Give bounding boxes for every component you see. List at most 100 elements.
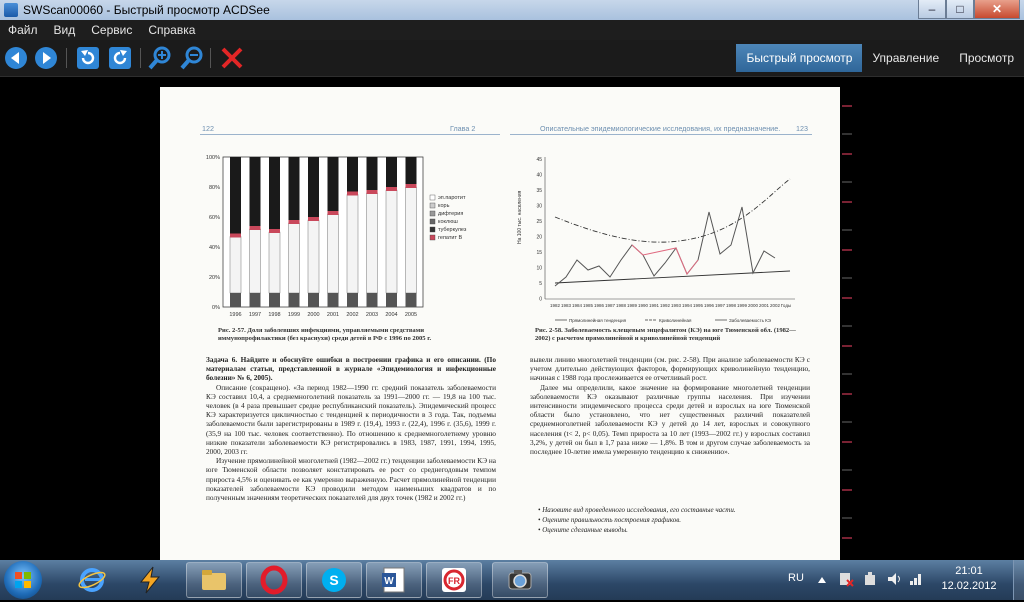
zoom-in-icon [148, 46, 171, 70]
skype-icon: S [322, 568, 346, 592]
bar-segment [230, 157, 241, 237]
x-tick-label: 2000 [748, 303, 759, 308]
minimize-button[interactable]: – [918, 0, 946, 19]
bar-segment [347, 293, 358, 307]
y-tick-label: 30 [536, 204, 542, 210]
system-clock[interactable]: 21:01 12.02.2012 [930, 564, 1008, 594]
legend-label: дифтерия [438, 211, 463, 217]
image-viewer[interactable]: 122 Глава 2 Описательные эпидемиологичес… [0, 77, 1024, 560]
previous-button[interactable] [4, 46, 28, 70]
list-item: • Оцените сделанные выводы. [538, 526, 628, 534]
list-item: • Оцените правильность построения график… [538, 516, 682, 524]
mode-tabs: Быстрый просмотр Управление Просмотр [736, 44, 1024, 72]
legend-label: эп.паротит [438, 195, 466, 201]
menu-help[interactable]: Справка [148, 23, 195, 37]
x-tick-label: 1984 [572, 303, 583, 308]
y-tick-label: 20% [209, 275, 220, 281]
x-tick-label: 1985 [583, 303, 594, 308]
window-controls: – □ ✕ [918, 0, 1020, 19]
x-tick-label: 1989 [627, 303, 638, 308]
maximize-button[interactable]: □ [946, 0, 974, 19]
x-tick-label: 1990 [638, 303, 649, 308]
bar-segment [249, 228, 261, 294]
x-tick-label: 1993 [671, 303, 682, 308]
rotate-right-button[interactable] [108, 46, 132, 70]
language-indicator[interactable]: RU [788, 572, 804, 584]
left-page-number: 122 [202, 124, 214, 133]
start-button[interactable] [4, 561, 42, 599]
delete-icon [221, 47, 243, 69]
window-title: SWScan00060 - Быстрый просмотр ACDSee [23, 3, 270, 17]
bar-segment [249, 226, 261, 230]
menu-file[interactable]: Файл [8, 23, 38, 37]
delete-button[interactable] [220, 46, 244, 70]
legend-swatch [429, 202, 436, 209]
bar-segment [385, 189, 398, 294]
left-column-text: Задача 6. Найдите и обоснуйте ошибки в п… [206, 355, 496, 502]
show-desktop-button[interactable] [1013, 560, 1024, 600]
curvilinear-trend [554, 178, 791, 243]
legend-swatch [429, 234, 436, 241]
x-tick-label: 1992 [660, 303, 671, 308]
x-tick-label: 1995 [693, 303, 704, 308]
tab-quick-view[interactable]: Быстрый просмотр [736, 44, 863, 72]
header-rule [510, 134, 812, 135]
y-tick-label: 25 [536, 219, 542, 225]
volume-icon[interactable] [886, 571, 902, 587]
taskbar: S W FR RU 21:01 12.02.2012 [0, 560, 1024, 600]
right-page-header: Описательные эпидемиологические исследов… [540, 124, 780, 133]
left-page-header: Глава 2 [450, 124, 476, 133]
legend-swatch [429, 210, 436, 217]
x-tick-label: 1983 [561, 303, 572, 308]
linear-trend [554, 270, 791, 284]
y-tick-label: 45 [536, 157, 542, 163]
power-icon[interactable] [862, 571, 878, 587]
bar-segment [269, 157, 280, 232]
x-tick-label: 1982 [550, 303, 561, 308]
incidence-series [554, 206, 776, 287]
taskbar-finereader[interactable]: FR [426, 562, 482, 598]
tab-view[interactable]: Просмотр [949, 44, 1024, 72]
x-tick-label: 2003 [366, 312, 378, 318]
tray-expand-icon[interactable] [816, 574, 828, 586]
menu-bar: Файл Вид Сервис Справка [0, 20, 1024, 40]
tab-manage[interactable]: Управление [862, 44, 949, 72]
taskbar-acdsee[interactable] [492, 562, 548, 598]
arrow-right-icon [35, 47, 57, 69]
bar-segment [269, 293, 280, 307]
taskbar-skype[interactable]: S [306, 562, 362, 598]
y-tick-label: 15 [536, 250, 542, 256]
menu-view[interactable]: Вид [54, 23, 76, 37]
incidence-series-highlight [631, 244, 699, 275]
taskbar-ie[interactable] [64, 562, 120, 598]
taskbar-opera[interactable] [246, 562, 302, 598]
taskbar-winamp[interactable] [122, 562, 178, 598]
close-button[interactable]: ✕ [974, 0, 1020, 19]
bar-segment [366, 293, 378, 307]
bar-segment [288, 220, 300, 224]
toolbar-separator [210, 48, 211, 68]
taskbar-explorer[interactable] [186, 562, 242, 598]
y-tick-label: 5 [539, 281, 542, 287]
right-column-text: вывели линию многолетней тенденции (см. … [530, 355, 810, 456]
action-center-icon[interactable] [838, 571, 854, 587]
bar-segment [269, 229, 280, 233]
network-icon[interactable] [908, 571, 924, 587]
header-rule [200, 134, 500, 135]
y-tick-label: 40% [209, 245, 220, 251]
rotate-left-button[interactable] [76, 46, 100, 70]
groups-paragraph: Далее мы определили, какое значение на ф… [530, 382, 810, 457]
menu-tools[interactable]: Сервис [91, 23, 132, 37]
scan-edge-artifact [842, 87, 852, 560]
acdsee-app-icon [4, 3, 18, 17]
bar-segment [346, 194, 359, 294]
bar-segment [288, 222, 300, 294]
zoom-out-button[interactable] [180, 46, 204, 70]
scanned-page: 122 Глава 2 Описательные эпидемиологичес… [160, 87, 840, 560]
x-tick-label: 1999 [737, 303, 748, 308]
y-tick-label: 60% [209, 215, 220, 221]
y-tick-label: 0 [539, 297, 542, 303]
zoom-in-button[interactable] [148, 46, 172, 70]
taskbar-word[interactable]: W [366, 562, 422, 598]
next-button[interactable] [34, 46, 58, 70]
